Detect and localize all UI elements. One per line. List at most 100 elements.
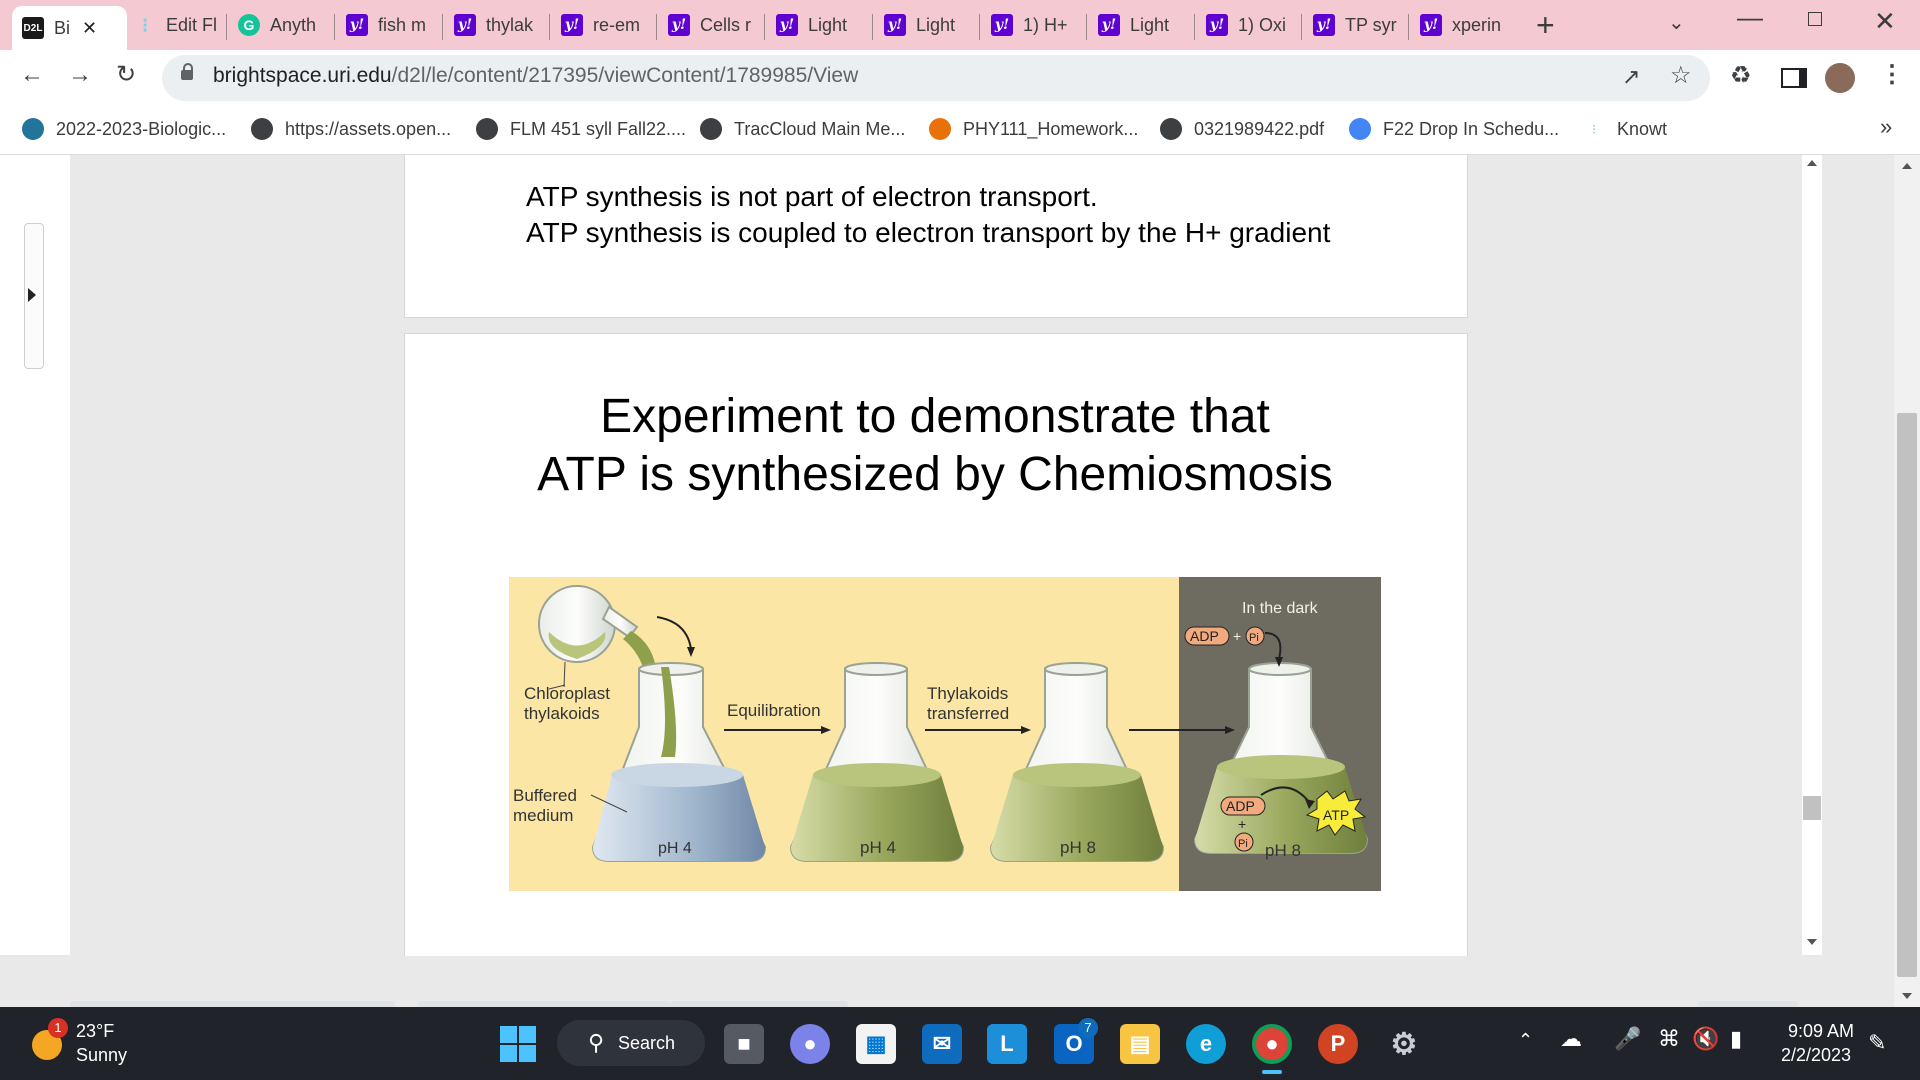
onedrive-cloud-icon[interactable]: ☁ (1560, 1026, 1582, 1052)
microsoft-store-icon[interactable]: ▦ (856, 1024, 896, 1064)
tab-12[interactable]: y! TP syr (1309, 6, 1408, 44)
yahoo-icon: y! (1420, 14, 1442, 36)
tab-5[interactable]: y! re-em (557, 6, 656, 44)
search-icon: ⚲ (588, 1030, 605, 1055)
collapse-nav-handle[interactable] (24, 223, 44, 369)
volume-muted-icon[interactable]: 🔇 (1692, 1026, 1719, 1052)
tab-8[interactable]: y! Light (880, 6, 979, 44)
tab-13[interactable]: y! xperin (1416, 6, 1515, 44)
lockdown-browser-icon[interactable]: L (987, 1024, 1027, 1064)
tab-separator (442, 14, 443, 40)
side-panel-icon[interactable] (1781, 68, 1807, 88)
clock-date[interactable]: 2/2/2023 (1781, 1045, 1851, 1066)
plus-top: + (1233, 628, 1241, 644)
search-label[interactable]: Search (618, 1033, 675, 1054)
teams-chat-icon[interactable]: ● (790, 1024, 830, 1064)
label-dark: In the dark (1242, 600, 1319, 617)
more-bookmarks-button[interactable]: » (1880, 114, 1892, 140)
knowt-icon: ⁝ (141, 14, 149, 37)
url-text[interactable]: brightspace.uri.edu/d2l/le/content/21739… (213, 64, 858, 88)
lock-icon[interactable] (181, 63, 193, 80)
tab-separator (1301, 14, 1302, 40)
battery-icon[interactable]: ▮ (1730, 1026, 1742, 1052)
close-tab-icon[interactable]: ✕ (82, 18, 97, 39)
yahoo-icon: y! (1098, 14, 1120, 36)
tab-6[interactable]: y! Cells r (664, 6, 763, 44)
tab-separator (872, 14, 873, 40)
label-buffer-2: medium (513, 806, 573, 825)
tray-chevron-icon[interactable]: ⌃ (1518, 1030, 1533, 1051)
microphone-icon[interactable]: 🎤 (1614, 1026, 1641, 1052)
tab-label: Bi (54, 17, 71, 38)
menu-kebab-icon[interactable]: ⋮ (1880, 63, 1904, 87)
tab-separator (334, 14, 335, 40)
extensions-puzzle-icon[interactable]: ♻ (1730, 64, 1752, 88)
tab-label: Anyth (270, 14, 317, 35)
file-explorer-icon[interactable]: ▤ (1120, 1024, 1160, 1064)
clock-time[interactable]: 9:09 AM (1788, 1021, 1854, 1042)
powerpoint-icon[interactable]: P (1318, 1024, 1358, 1064)
yahoo-icon: y! (776, 14, 798, 36)
bookmark-7[interactable]: ⁝ Knowt (1583, 114, 1667, 144)
flask3-ph: pH 8 (1060, 838, 1096, 857)
tab-10[interactable]: y! Light (1094, 6, 1193, 44)
tab-0[interactable]: D2L Bi ✕ (12, 6, 127, 50)
edge-icon[interactable]: e (1186, 1024, 1226, 1064)
settings-gear-icon[interactable]: ⚙ (1384, 1024, 1424, 1064)
flask4-ph: pH 8 (1265, 841, 1301, 860)
scroll-up-icon[interactable] (1807, 160, 1817, 166)
scroll-down-icon[interactable] (1807, 939, 1817, 945)
chemiosmosis-figure: Chloroplast thylakoids Buffered medium E… (509, 577, 1381, 891)
new-tab-button[interactable]: + (1536, 7, 1555, 44)
tab-4[interactable]: y! thylak (450, 6, 549, 44)
tab-1[interactable]: ⁝ Edit Fl (130, 6, 224, 44)
page-scrollbar[interactable] (1894, 155, 1920, 1007)
slide1-line2: ATP synthesis is coupled to electron tra… (526, 217, 1331, 248)
yahoo-icon: y! (1206, 14, 1228, 36)
bookmark-label: TracCloud Main Me... (734, 118, 906, 139)
bookmark-star-icon[interactable]: ☆ (1670, 64, 1692, 88)
flask1-ph: pH 4 (658, 840, 692, 857)
windows-start-icon[interactable] (500, 1026, 536, 1062)
slide2-title-line1: Experiment to demonstrate that (600, 390, 1270, 443)
bookmark-6[interactable]: F22 Drop In Schedu... (1349, 114, 1559, 144)
docs-icon (1349, 118, 1371, 140)
bookmark-4[interactable]: PHY111_Homework... (929, 114, 1138, 144)
tab-11[interactable]: y! 1) Oxi (1202, 6, 1301, 44)
inner-scrollbar[interactable] (1802, 155, 1822, 955)
close-window-button[interactable]: ✕ (1874, 6, 1896, 37)
tab-7[interactable]: y! Light (772, 6, 871, 44)
globe-icon (251, 118, 273, 140)
page-scroll-down-icon[interactable] (1902, 993, 1912, 999)
bookmark-0[interactable]: 2022-2023-Biologic... (22, 114, 226, 144)
notifications-icon[interactable]: ✎ (1868, 1030, 1886, 1056)
back-arrow-icon[interactable]: ← (20, 63, 44, 87)
bookmark-5[interactable]: 0321989422.pdf (1160, 114, 1324, 144)
tab-separator (1194, 14, 1195, 40)
bookmark-1[interactable]: https://assets.open... (251, 114, 451, 144)
profile-avatar[interactable] (1825, 63, 1855, 93)
tab-search-chevron-icon[interactable]: ⌄ (1668, 10, 1685, 35)
tab-separator (1408, 14, 1409, 40)
adp-inner: ADP (1226, 798, 1255, 814)
weather-temp[interactable]: 23°F (76, 1021, 114, 1042)
tab-9[interactable]: y! 1) H+ (987, 6, 1086, 44)
tab-2[interactable]: G Anyth (234, 6, 333, 44)
restore-button[interactable] (1808, 12, 1822, 26)
mail-icon[interactable]: ✉ (922, 1024, 962, 1064)
wifi-icon[interactable]: ⌘ (1658, 1026, 1680, 1052)
reload-icon[interactable]: ↻ (116, 63, 136, 87)
task-view-icon[interactable]: ■ (724, 1024, 764, 1064)
minimize-button[interactable]: — (1737, 2, 1763, 33)
tab-3[interactable]: y! fish m (342, 6, 441, 44)
bookmark-2[interactable]: FLM 451 syll Fall22.... (476, 114, 686, 144)
bookmark-label: PHY111_Homework... (963, 118, 1139, 139)
share-icon[interactable]: ↗ (1622, 66, 1640, 88)
bookmark-3[interactable]: TracCloud Main Me... (700, 114, 905, 144)
page-scroll-up-icon[interactable] (1902, 163, 1912, 169)
forward-arrow-icon[interactable]: → (68, 63, 92, 87)
page-scroll-thumb[interactable] (1897, 413, 1917, 977)
chrome-icon[interactable]: ● (1252, 1024, 1292, 1064)
weather-desc[interactable]: Sunny (76, 1045, 127, 1066)
inner-scroll-thumb[interactable] (1803, 796, 1821, 820)
